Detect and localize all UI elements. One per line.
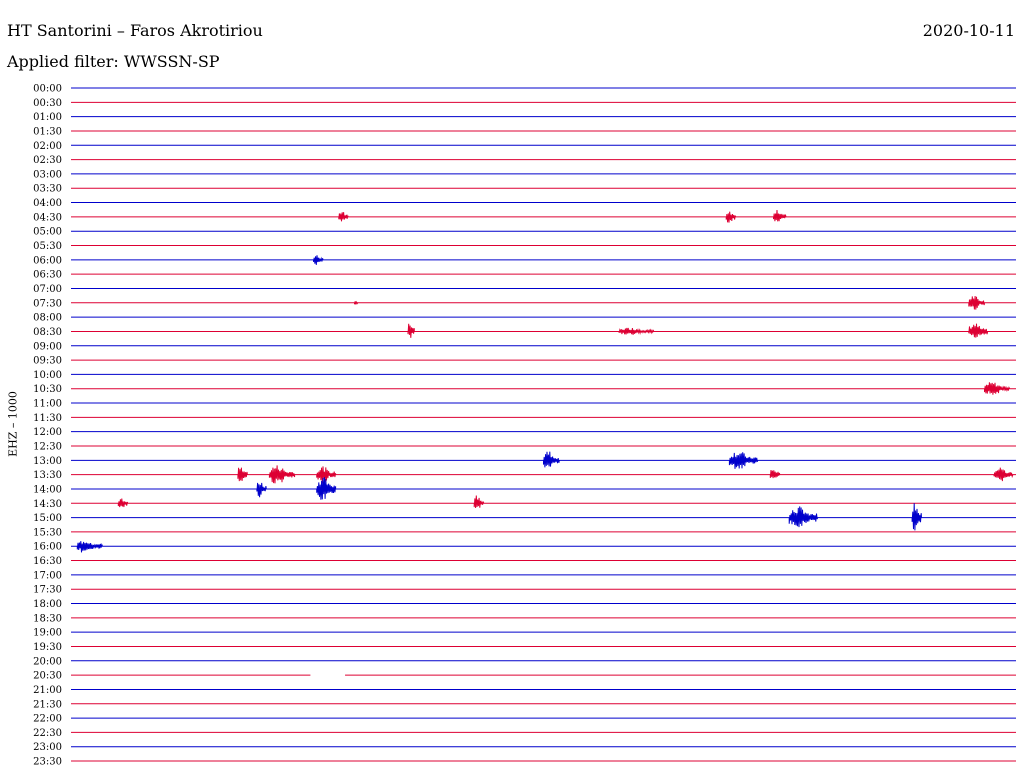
trace-lines <box>71 87 1016 762</box>
time-tick-label: 03:00 <box>33 169 62 180</box>
seismic-event <box>76 541 103 553</box>
time-tick-labels: 00:00 00:30 01:00 01:30 02:00 02:30 03:00 03:30… <box>33 84 62 768</box>
seismic-events <box>76 209 1014 553</box>
seismic-event <box>993 467 1014 482</box>
time-tick-label: 01:00 <box>33 112 62 123</box>
time-tick-label: 11:30 <box>33 413 62 424</box>
time-tick-label: 19:30 <box>33 642 62 653</box>
time-tick-label: 03:30 <box>33 184 62 195</box>
time-tick-label: 00:30 <box>33 98 62 109</box>
seismic-event <box>984 382 1011 395</box>
seismic-event <box>313 255 324 265</box>
time-tick-label: 02:30 <box>33 155 62 166</box>
data-gap <box>310 673 346 678</box>
time-tick-label: 18:30 <box>33 613 62 624</box>
time-tick-label: 01:30 <box>33 126 62 137</box>
seismic-event <box>788 506 818 528</box>
time-tick-label: 16:00 <box>33 542 62 553</box>
time-tick-label: 00:00 <box>33 84 62 95</box>
time-tick-label: 07:30 <box>33 298 62 309</box>
seismic-event <box>256 482 267 498</box>
time-tick-label: 20:00 <box>33 656 62 667</box>
time-tick-label: 22:30 <box>33 728 62 739</box>
seismic-event <box>237 467 248 482</box>
time-tick-label: 12:00 <box>33 427 62 438</box>
time-tick-label: 21:00 <box>33 685 62 696</box>
seismic-event <box>968 323 989 338</box>
time-tick-label: 11:00 <box>33 399 62 410</box>
time-tick-label: 14:00 <box>33 484 62 495</box>
time-tick-label: 10:00 <box>33 370 62 381</box>
time-tick-label: 18:00 <box>33 599 62 610</box>
time-tick-label: 09:30 <box>33 356 62 367</box>
seismic-event <box>773 209 787 222</box>
time-tick-label: 16:30 <box>33 556 62 567</box>
time-tick-label: 13:30 <box>33 470 62 481</box>
time-tick-label: 08:30 <box>33 327 62 338</box>
time-tick-label: 22:00 <box>33 714 62 725</box>
seismic-event <box>473 495 485 509</box>
seismic-event <box>728 452 759 469</box>
time-tick-label: 04:00 <box>33 198 62 209</box>
time-tick-label: 13:00 <box>33 456 62 467</box>
time-tick-label: 07:00 <box>33 284 62 295</box>
seismic-event <box>543 451 560 468</box>
time-tick-label: 05:00 <box>33 227 62 238</box>
seismic-event <box>618 327 655 336</box>
time-tick-label: 05:30 <box>33 241 62 252</box>
time-tick-label: 23:00 <box>33 742 62 753</box>
data-gaps <box>310 673 346 678</box>
seismic-event <box>911 503 922 531</box>
seismic-event <box>268 465 296 484</box>
time-tick-label: 12:30 <box>33 442 62 453</box>
time-tick-label: 21:30 <box>33 699 62 710</box>
helicorder-plot: 00:00 00:30 01:00 01:30 02:00 02:30 03:00 03:30… <box>33 84 1016 768</box>
time-tick-label: 02:00 <box>33 141 62 152</box>
time-tick-label: 15:00 <box>33 513 62 524</box>
time-tick-label: 08:00 <box>33 313 62 324</box>
time-tick-label: 14:30 <box>33 499 62 510</box>
seismic-event <box>968 295 985 310</box>
time-tick-label: 15:30 <box>33 527 62 538</box>
seismic-event <box>769 470 781 479</box>
time-tick-label: 17:30 <box>33 585 62 596</box>
seismic-event <box>725 211 737 223</box>
time-tick-label: 04:30 <box>33 212 62 223</box>
time-tick-label: 20:30 <box>33 671 62 682</box>
time-tick-label: 09:00 <box>33 341 62 352</box>
seismic-event <box>316 477 337 500</box>
time-tick-label: 10:30 <box>33 384 62 395</box>
seismic-event <box>117 498 129 508</box>
seismic-event <box>354 300 359 305</box>
time-tick-label: 23:30 <box>33 757 62 768</box>
time-tick-label: 19:00 <box>33 628 62 639</box>
seismic-event <box>338 212 349 222</box>
time-tick-label: 06:30 <box>33 270 62 281</box>
time-tick-label: 06:00 <box>33 255 62 266</box>
seismic-event <box>407 323 415 338</box>
time-tick-label: 17:00 <box>33 570 62 581</box>
